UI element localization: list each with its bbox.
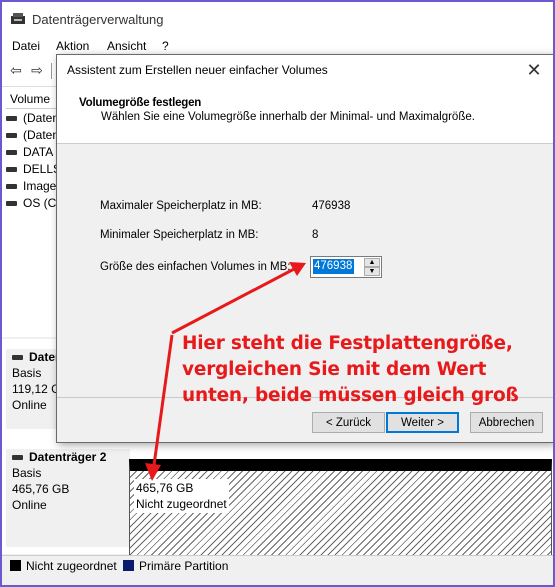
min-space-label: Minimaler Speicherplatz in MB: xyxy=(100,229,259,241)
drive-icon xyxy=(12,455,23,461)
volume-size-label: Größe des einfachen Volumes in MB: xyxy=(100,261,291,273)
annotation-line: vergleichen Sie mit dem Wert xyxy=(182,359,487,380)
drive-icon xyxy=(6,150,17,156)
drive-icon xyxy=(6,184,17,190)
volume-row[interactable]: (Daten xyxy=(6,127,59,143)
drive-icon xyxy=(12,355,23,361)
disk-size: 465,76 GB xyxy=(12,482,70,496)
max-space-value: 476938 xyxy=(312,200,351,212)
back-arrow-icon[interactable]: ⇦ xyxy=(7,62,25,78)
min-space-value: 8 xyxy=(312,229,319,241)
legend: Nicht zugeordnet Primäre Partition xyxy=(2,555,553,585)
stepper-buttons: ▲ ▼ xyxy=(364,258,380,276)
disk-status: Online xyxy=(12,498,47,512)
annotation-line: Hier steht die Festplattengröße, xyxy=(182,333,513,354)
partition-state: Nicht zugeordnet xyxy=(136,497,227,511)
volume-row[interactable]: Image xyxy=(6,178,56,194)
wizard-header: Volumegröße festlegen Wählen Sie eine Vo… xyxy=(57,85,553,144)
partition-size: 465,76 GB xyxy=(136,481,194,495)
menu-view[interactable]: Ansicht xyxy=(107,39,146,53)
partition-info: 465,76 GB Nicht zugeordnet xyxy=(134,479,229,513)
close-icon[interactable]: ✕ xyxy=(523,59,545,81)
window-titlebar: Datenträgerverwaltung xyxy=(2,2,553,36)
disk-management-window: Datenträgerverwaltung Datei Aktion Ansic… xyxy=(0,0,555,587)
menu-help[interactable]: ? xyxy=(162,39,169,53)
legend-swatch-unallocated xyxy=(10,560,21,571)
disk-type: Basis xyxy=(12,466,42,480)
legend-swatch-primary xyxy=(123,560,134,571)
volume-row[interactable]: DATA xyxy=(6,144,53,160)
window-title: Datenträgerverwaltung xyxy=(32,12,164,27)
volume-size-stepper: ▲ ▼ xyxy=(310,256,382,278)
legend-label-unallocated: Nicht zugeordnet xyxy=(26,559,117,573)
drive-icon xyxy=(6,167,17,173)
wizard-title: Assistent zum Erstellen neuer einfacher … xyxy=(67,63,328,77)
menu-file[interactable]: Datei xyxy=(12,39,40,53)
wizard-step-subtitle: Wählen Sie eine Volumegröße innerhalb de… xyxy=(101,111,475,123)
drive-icon xyxy=(6,133,17,139)
volume-row[interactable]: DELLS xyxy=(6,161,61,177)
drive-icon xyxy=(6,201,17,207)
disk-2-label[interactable]: Datenträger 2 Basis 465,76 GB Online xyxy=(6,449,130,547)
disk-name: Datenträger 2 xyxy=(29,450,107,464)
back-button[interactable]: < Zurück xyxy=(312,412,385,433)
next-button[interactable]: Weiter > xyxy=(386,412,459,433)
unallocated-partition[interactable]: 465,76 GB Nicht zugeordnet xyxy=(129,459,552,559)
volume-row[interactable]: (Daten xyxy=(6,110,59,126)
volume-size-input[interactable] xyxy=(312,258,364,274)
drive-icon xyxy=(6,116,17,122)
menu-action[interactable]: Aktion xyxy=(56,39,89,53)
annotation-text: Hier steht die Festplattengröße, verglei… xyxy=(182,331,547,409)
wizard-step-title: Volumegröße festlegen xyxy=(79,97,202,109)
menu-bar: Datei Aktion Ansicht ? xyxy=(2,36,553,56)
disk-management-icon xyxy=(11,13,25,24)
volume-row[interactable]: OS (C xyxy=(6,195,56,211)
cancel-button[interactable]: Abbrechen xyxy=(470,412,543,433)
wizard-titlebar: Assistent zum Erstellen neuer einfacher … xyxy=(57,55,553,85)
legend-label-primary: Primäre Partition xyxy=(139,559,229,573)
forward-arrow-icon[interactable]: ⇨ xyxy=(28,62,46,78)
stepper-up-icon[interactable]: ▲ xyxy=(364,258,380,267)
max-space-label: Maximaler Speicherplatz in MB: xyxy=(100,200,262,212)
stepper-down-icon[interactable]: ▼ xyxy=(364,267,380,276)
toolbar-divider xyxy=(51,63,52,79)
annotation-line: unten, beide müssen gleich groß xyxy=(182,385,519,406)
